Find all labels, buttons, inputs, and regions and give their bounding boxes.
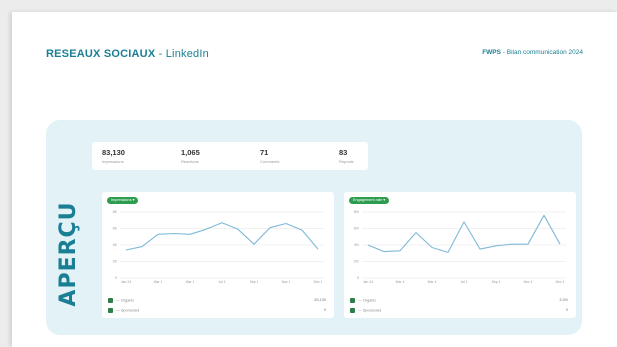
y-tick-label: 4% (354, 243, 360, 247)
slide: RESEAUX SOCIAUX - LinkedIn FWPS - Bilan … (12, 12, 617, 347)
engagement-chart: 8% 6% 4% 2% 0 Jan 24 Mar 1 Mar 1 Jul 1 Sep 1 Nov 1… (354, 210, 566, 284)
checkbox-icon[interactable] (108, 298, 113, 303)
stat-reposts: 83 Reposts (339, 148, 354, 164)
y-tick-label: 0 (357, 276, 359, 280)
section-label: APERÇU (56, 201, 81, 307)
checkbox-icon[interactable] (108, 308, 113, 313)
x-tick-label: Mar 1 (154, 280, 163, 284)
x-tick-label: Dec 1 (556, 280, 565, 284)
x-tick-label: Jan 24 (363, 280, 373, 284)
stat-reactions: 1,065 Reactions (181, 148, 200, 164)
impressions-chart: 8K 6K 4K 2K 0 Jan 24 Mar 1 Mar 1 Jul 1 Sep 1 Nov 1… (113, 210, 324, 284)
x-tick-label: Nov 1 (524, 280, 533, 284)
checkbox-icon[interactable] (350, 298, 355, 303)
x-tick-label: Jul 1 (218, 280, 225, 284)
y-tick-label: 0 (115, 276, 117, 280)
y-tick-label: 8% (354, 210, 360, 214)
x-tick-label: Jan 24 (121, 280, 131, 284)
legend-item[interactable]: — Sponsored (350, 308, 381, 313)
x-tick-label: Sep 1 (492, 280, 501, 284)
legend-value: 83,130 (314, 298, 326, 302)
page-title: RESEAUX SOCIAUX - LinkedIn (46, 48, 209, 60)
stat-impressions: 83,130 Impressions (102, 148, 125, 164)
x-tick-label: Jul 1 (460, 280, 467, 284)
legend-value: 0 (565, 308, 568, 312)
x-tick-label: Sep 1 (250, 280, 259, 284)
x-tick-label: Mar 1 (186, 280, 195, 284)
x-tick-label: Nov 1 (282, 280, 291, 284)
stat-comments: 71 Comments (260, 148, 280, 164)
series-line (367, 214, 561, 253)
engagement-chart-card: Engagement rate ▾ 8% 6% 4% 2% 0 Jan 24 Mar 1 Ma… (344, 192, 576, 318)
y-tick-label: 6% (354, 227, 360, 231)
x-tick-label: Dec 1 (314, 280, 323, 284)
y-tick-label: 8K (113, 210, 118, 214)
y-tick-label: 6K (113, 227, 118, 231)
stats-bar: 83,130 Impressions 1,065 Reactions 71 Comme… (92, 142, 368, 170)
y-tick-label: 4K (113, 243, 118, 247)
legend-item[interactable]: — Organic (108, 298, 134, 303)
report-label: FWPS - Bilan communication 2024 (482, 49, 583, 56)
legend-item[interactable]: — Sponsored (108, 308, 139, 313)
x-tick-label: Mar 1 (428, 280, 437, 284)
impressions-chart-card: Impressions ▾ 8K 6K 4K 2K 0 Jan 24 Mar 1 Mar 1J… (102, 192, 334, 318)
y-tick-label: 2% (354, 260, 360, 264)
x-tick-label: Mar 1 (396, 280, 405, 284)
legend-value: 3.3% (559, 298, 568, 302)
series-line (125, 222, 319, 251)
y-tick-label: 2K (113, 260, 118, 264)
legend-item[interactable]: — Organic (350, 298, 376, 303)
overview-panel: APERÇU 83,130 Impressions 1,065 Reactions … (46, 120, 582, 335)
checkbox-icon[interactable] (350, 308, 355, 313)
legend-value: 0 (323, 308, 326, 312)
